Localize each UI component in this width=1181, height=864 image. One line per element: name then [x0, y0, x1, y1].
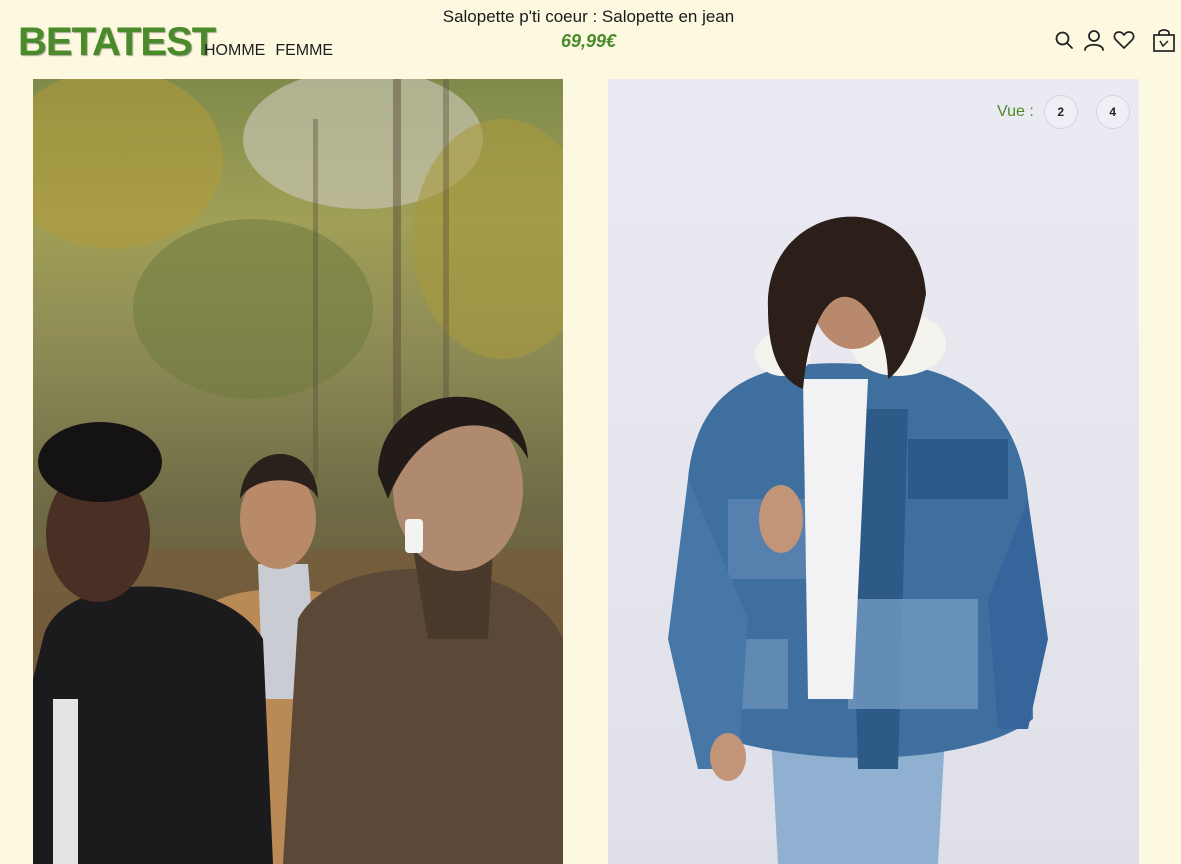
user-icon[interactable]	[1082, 28, 1106, 52]
heart-icon[interactable]	[1112, 28, 1136, 52]
view-switch-label: Vue :	[997, 103, 1034, 120]
view-2-columns-button[interactable]: 2	[1043, 95, 1078, 129]
shopping-bag-icon[interactable]	[1152, 28, 1176, 52]
header-icons	[1052, 28, 1181, 52]
three-men-coats-autumn-photo[interactable]	[33, 79, 563, 864]
view-switch: Vue : 2 4	[997, 95, 1148, 129]
photo-right-art	[668, 216, 1048, 864]
site-header: BETATEST HOMME FEMME Salopette p'ti coeu…	[0, 0, 1181, 78]
product-price: 69,99€	[560, 31, 617, 51]
man-denim-puffer-jacket-photo[interactable]	[608, 79, 1139, 864]
photo-left-art	[33, 79, 563, 864]
search-icon[interactable]	[1052, 28, 1076, 52]
product-title: Salopette p'ti coeur : Salopette en jean	[442, 7, 735, 26]
view-4-columns-button[interactable]: 4	[1095, 95, 1130, 129]
